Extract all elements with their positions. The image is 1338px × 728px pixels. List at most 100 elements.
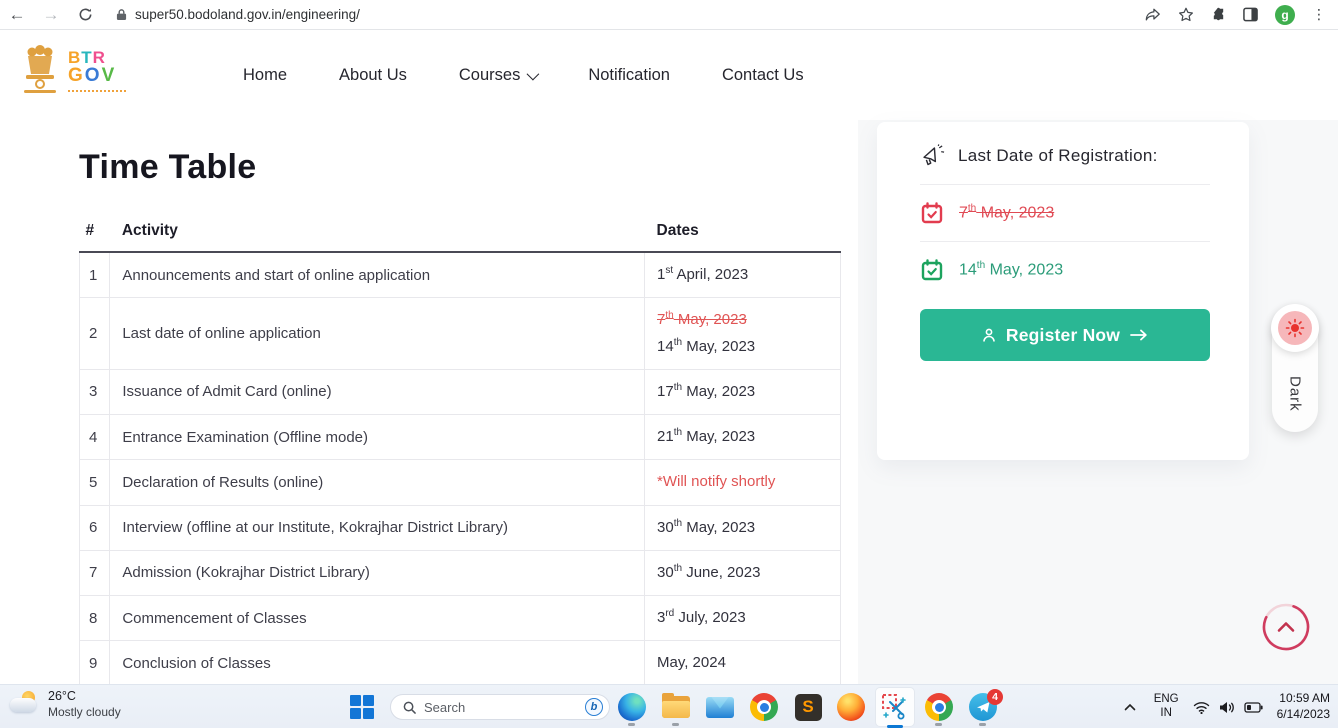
weather-cloud-sun-icon <box>10 691 40 717</box>
taskbar-app-edge[interactable] <box>616 691 648 723</box>
divider <box>920 241 1210 242</box>
hidden-icons-chevron[interactable] <box>1120 703 1140 711</box>
logo-line1: BTR <box>68 49 126 66</box>
row-activity: Declaration of Results (online) <box>110 460 645 505</box>
page-content: Time Table # Activity Dates 1Announcemen… <box>0 120 1338 684</box>
extensions-puzzle-icon[interactable] <box>1211 7 1226 22</box>
register-now-button[interactable]: Register Now <box>920 309 1210 361</box>
row-number: 3 <box>80 369 110 414</box>
taskbar-app-chrome[interactable] <box>748 691 780 723</box>
nav-notification[interactable]: Notification <box>588 66 670 85</box>
browser-forward-icon[interactable]: → <box>34 5 68 25</box>
running-indicator <box>935 723 942 726</box>
bing-chat-icon[interactable]: b <box>585 698 603 716</box>
wifi-icon <box>1193 701 1210 714</box>
lock-icon <box>116 8 127 21</box>
dark-mode-toggle[interactable]: Dark <box>1272 308 1318 432</box>
windows-taskbar: 26°C Mostly cloudy Search b <box>0 684 1338 728</box>
row-dates: 17th May, 2023 <box>645 369 841 414</box>
logo-tagline <box>68 88 126 92</box>
file-explorer-icon <box>662 696 690 718</box>
row-dates: *Will notify shortly <box>645 460 841 505</box>
row-activity: Announcements and start of online applic… <box>110 252 645 298</box>
column-header-dates: Dates <box>645 213 841 252</box>
row-activity: Interview (offline at our Institute, Kok… <box>110 505 645 550</box>
tray-status-icons[interactable] <box>1193 701 1263 714</box>
running-indicator <box>672 723 679 726</box>
row-number: 6 <box>80 505 110 550</box>
chrome-icon <box>750 693 778 721</box>
btr-emblem-icon <box>20 44 60 96</box>
nav-courses[interactable]: Courses <box>459 66 536 85</box>
bookmark-star-icon[interactable] <box>1178 7 1194 22</box>
url-text: super50.bodoland.gov.in/engineering/ <box>135 7 360 22</box>
table-row: 9Conclusion of ClassesMay, 2024 <box>80 641 841 686</box>
row-number: 4 <box>80 415 110 460</box>
browser-profile-avatar[interactable]: g <box>1275 5 1295 25</box>
taskbar-app-firefox[interactable] <box>835 691 867 723</box>
taskbar-weather-widget[interactable]: 26°C Mostly cloudy <box>10 689 121 719</box>
timetable: # Activity Dates 1Announcements and star… <box>79 213 841 687</box>
telegram-notification-badge: 4 <box>987 689 1003 705</box>
taskbar-app-telegram[interactable]: 4 <box>967 691 999 723</box>
windows-start-button[interactable] <box>350 695 374 719</box>
site-logo[interactable]: BTR GOV <box>20 44 126 96</box>
table-row: 8Commencement of Classes3rd July, 2023 <box>80 596 841 641</box>
taskbar-app-snipping-tool[interactable] <box>879 691 911 723</box>
row-number: 7 <box>80 550 110 595</box>
browser-menu-kebab-icon[interactable]: ⋮ <box>1312 6 1326 23</box>
row-dates: 3rd July, 2023 <box>645 596 841 641</box>
old-deadline-date: 7th May, 2023 <box>959 203 1054 222</box>
table-row: 7Admission (Kokrajhar District Library)3… <box>80 550 841 595</box>
browser-back-icon[interactable]: ← <box>0 5 34 25</box>
browser-toolbar: ← → super50.bodoland.gov.in/engineering/… <box>0 0 1338 30</box>
registration-heading: Last Date of Registration: <box>958 146 1158 166</box>
taskbar-app-sublime-text[interactable]: S <box>792 691 824 723</box>
taskbar-search-box[interactable]: Search b <box>390 694 610 720</box>
arrow-right-icon <box>1130 329 1148 341</box>
timetable-header-row: # Activity Dates <box>80 213 841 252</box>
taskbar-app-chrome-2[interactable] <box>923 691 955 723</box>
calendar-check-green-icon <box>920 258 944 282</box>
row-activity: Commencement of Classes <box>110 596 645 641</box>
scroll-to-top-button[interactable] <box>1262 603 1310 651</box>
table-row: 4Entrance Examination (Offline mode)21th… <box>80 415 841 460</box>
taskbar-clock[interactable]: 10:59 AM 6/14/2023 <box>1277 691 1330 722</box>
site-header: BTR GOV Home About Us Courses Notificati… <box>0 30 1338 120</box>
row-number: 2 <box>80 298 110 370</box>
taskbar-app-mail[interactable] <box>704 691 736 723</box>
side-panel-icon[interactable] <box>1243 7 1258 22</box>
divider <box>920 184 1210 185</box>
row-dates: 30th June, 2023 <box>645 550 841 595</box>
firefox-icon <box>837 693 865 721</box>
row-activity: Admission (Kokrajhar District Library) <box>110 550 645 595</box>
nav-about-us[interactable]: About Us <box>339 66 407 85</box>
nav-contact-us[interactable]: Contact Us <box>722 66 804 85</box>
nav-home[interactable]: Home <box>243 66 287 85</box>
chevron-up-icon <box>1279 624 1293 631</box>
edge-icon <box>618 693 646 721</box>
row-number: 8 <box>80 596 110 641</box>
language-indicator[interactable]: ENG IN <box>1154 693 1179 721</box>
calendar-check-red-icon <box>920 201 944 225</box>
page-title: Time Table <box>79 148 256 187</box>
sublime-text-icon: S <box>795 694 822 721</box>
row-activity: Last date of online application <box>110 298 645 370</box>
row-dates: 30th May, 2023 <box>645 505 841 550</box>
row-dates: 1st April, 2023 <box>645 252 841 298</box>
new-deadline-date: 14th May, 2023 <box>959 260 1063 279</box>
chrome-icon <box>925 693 953 721</box>
old-deadline-row: 7th May, 2023 <box>920 201 1210 225</box>
row-dates: 21th May, 2023 <box>645 415 841 460</box>
taskbar-app-file-explorer[interactable] <box>660 691 692 723</box>
battery-icon <box>1244 702 1263 713</box>
browser-reload-icon[interactable] <box>68 7 102 22</box>
registration-card: Last Date of Registration: 7th May, 2023 <box>877 122 1249 460</box>
address-bar[interactable]: super50.bodoland.gov.in/engineering/ <box>116 7 1145 22</box>
row-dates: 7th May, 202314th May, 2023 <box>645 298 841 370</box>
dark-toggle-label: Dark <box>1272 366 1318 422</box>
mail-icon <box>706 697 734 718</box>
share-icon[interactable] <box>1145 8 1161 22</box>
logo-line2: GOV <box>68 66 126 85</box>
row-activity: Entrance Examination (Offline mode) <box>110 415 645 460</box>
